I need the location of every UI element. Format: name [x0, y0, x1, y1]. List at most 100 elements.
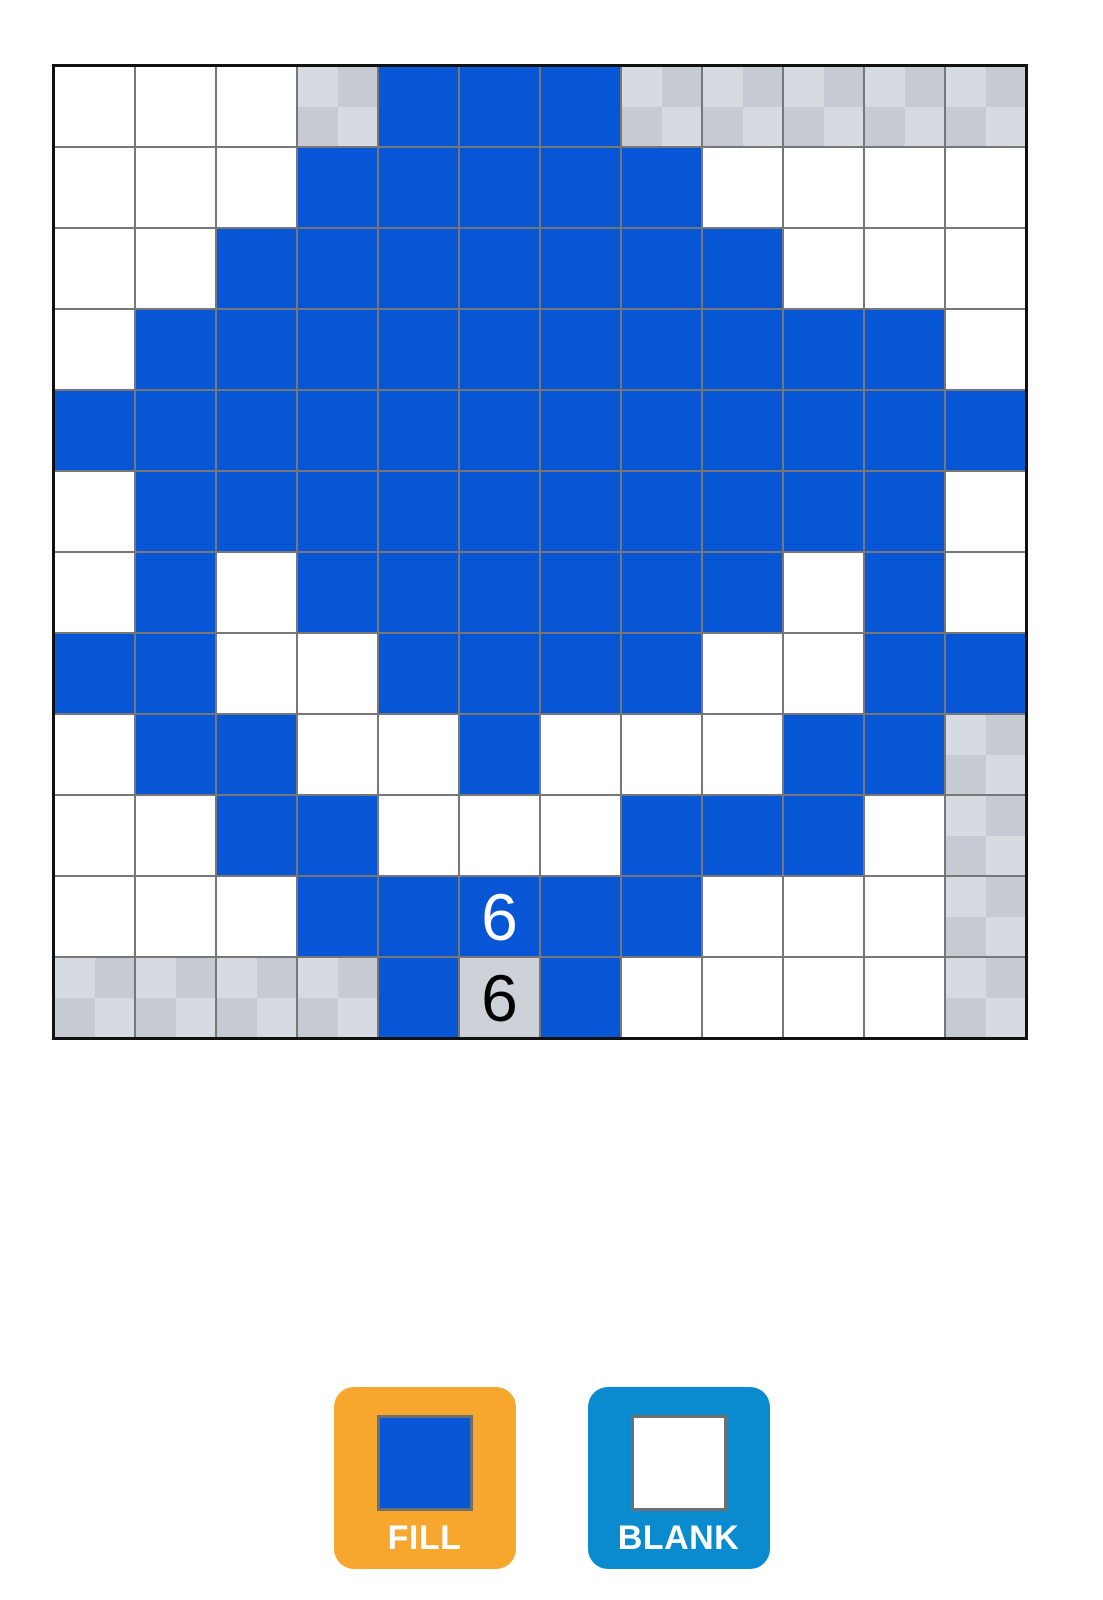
grid-cell-6-4[interactable] — [379, 553, 458, 632]
grid-cell-10-4[interactable] — [379, 877, 458, 956]
grid-cell-0-11[interactable] — [946, 67, 1025, 146]
grid-cell-11-3[interactable] — [298, 958, 377, 1037]
grid-cell-4-7[interactable] — [622, 391, 701, 470]
grid-cell-5-10[interactable] — [865, 472, 944, 551]
grid-cell-9-6[interactable] — [541, 796, 620, 875]
grid-cell-1-6[interactable] — [541, 148, 620, 227]
grid-cell-6-7[interactable] — [622, 553, 701, 632]
grid-cell-10-2[interactable] — [217, 877, 296, 956]
grid-cell-6-3[interactable] — [298, 553, 377, 632]
grid-cell-3-8[interactable] — [703, 310, 782, 389]
grid-cell-1-5[interactable] — [460, 148, 539, 227]
grid-cell-0-2[interactable] — [217, 67, 296, 146]
grid-cell-3-9[interactable] — [784, 310, 863, 389]
grid-cell-7-3[interactable] — [298, 634, 377, 713]
grid-cell-1-11[interactable] — [946, 148, 1025, 227]
grid-cell-11-2[interactable] — [217, 958, 296, 1037]
grid-cell-10-11[interactable] — [946, 877, 1025, 956]
grid-cell-1-4[interactable] — [379, 148, 458, 227]
grid-cell-1-7[interactable] — [622, 148, 701, 227]
grid-cell-11-7[interactable] — [622, 958, 701, 1037]
grid-cell-11-10[interactable] — [865, 958, 944, 1037]
blank-tool-button[interactable]: BLANK — [587, 1387, 770, 1569]
grid-cell-9-1[interactable] — [136, 796, 215, 875]
grid-cell-7-6[interactable] — [541, 634, 620, 713]
grid-cell-10-1[interactable] — [136, 877, 215, 956]
grid-cell-11-6[interactable] — [541, 958, 620, 1037]
grid-cell-0-10[interactable] — [865, 67, 944, 146]
grid-cell-6-9[interactable] — [784, 553, 863, 632]
grid-cell-9-11[interactable] — [946, 796, 1025, 875]
grid-cell-5-7[interactable] — [622, 472, 701, 551]
grid-cell-4-0[interactable] — [55, 391, 134, 470]
grid-cell-4-3[interactable] — [298, 391, 377, 470]
grid-cell-7-5[interactable] — [460, 634, 539, 713]
grid-cell-0-7[interactable] — [622, 67, 701, 146]
grid-cell-5-4[interactable] — [379, 472, 458, 551]
grid-cell-2-2[interactable] — [217, 229, 296, 308]
grid-cell-5-0[interactable] — [55, 472, 134, 551]
grid-cell-6-8[interactable] — [703, 553, 782, 632]
grid-cell-0-4[interactable] — [379, 67, 458, 146]
grid-cell-0-8[interactable] — [703, 67, 782, 146]
grid-cell-0-3[interactable] — [298, 67, 377, 146]
grid-cell-5-1[interactable] — [136, 472, 215, 551]
grid-cell-6-6[interactable] — [541, 553, 620, 632]
grid-cell-7-10[interactable] — [865, 634, 944, 713]
grid-cell-0-6[interactable] — [541, 67, 620, 146]
grid-cell-3-5[interactable] — [460, 310, 539, 389]
grid-cell-6-0[interactable] — [55, 553, 134, 632]
grid-cell-4-9[interactable] — [784, 391, 863, 470]
grid-cell-10-6[interactable] — [541, 877, 620, 956]
grid-cell-8-7[interactable] — [622, 715, 701, 794]
grid-cell-2-9[interactable] — [784, 229, 863, 308]
grid-cell-2-8[interactable] — [703, 229, 782, 308]
grid-cell-1-1[interactable] — [136, 148, 215, 227]
grid-cell-7-9[interactable] — [784, 634, 863, 713]
grid-cell-11-9[interactable] — [784, 958, 863, 1037]
grid-cell-11-5[interactable]: 6 — [460, 958, 539, 1037]
grid-cell-6-5[interactable] — [460, 553, 539, 632]
grid-cell-6-2[interactable] — [217, 553, 296, 632]
grid-cell-5-2[interactable] — [217, 472, 296, 551]
grid-cell-7-7[interactable] — [622, 634, 701, 713]
grid-cell-9-9[interactable] — [784, 796, 863, 875]
grid-cell-10-10[interactable] — [865, 877, 944, 956]
grid-cell-8-8[interactable] — [703, 715, 782, 794]
grid-cell-7-11[interactable] — [946, 634, 1025, 713]
grid-cell-3-4[interactable] — [379, 310, 458, 389]
grid-cell-6-1[interactable] — [136, 553, 215, 632]
grid-cell-4-4[interactable] — [379, 391, 458, 470]
grid-cell-4-10[interactable] — [865, 391, 944, 470]
grid-cell-5-3[interactable] — [298, 472, 377, 551]
grid-cell-9-7[interactable] — [622, 796, 701, 875]
grid-cell-1-0[interactable] — [55, 148, 134, 227]
grid-cell-9-3[interactable] — [298, 796, 377, 875]
grid-cell-7-1[interactable] — [136, 634, 215, 713]
grid-cell-8-11[interactable] — [946, 715, 1025, 794]
grid-cell-2-3[interactable] — [298, 229, 377, 308]
grid-cell-10-0[interactable] — [55, 877, 134, 956]
grid-cell-8-4[interactable] — [379, 715, 458, 794]
grid-cell-7-8[interactable] — [703, 634, 782, 713]
grid-cell-11-0[interactable] — [55, 958, 134, 1037]
grid-cell-0-5[interactable] — [460, 67, 539, 146]
grid-cell-2-7[interactable] — [622, 229, 701, 308]
grid-cell-11-4[interactable] — [379, 958, 458, 1037]
grid-cell-3-6[interactable] — [541, 310, 620, 389]
grid-cell-3-7[interactable] — [622, 310, 701, 389]
grid-cell-6-11[interactable] — [946, 553, 1025, 632]
grid-cell-11-8[interactable] — [703, 958, 782, 1037]
grid-cell-5-9[interactable] — [784, 472, 863, 551]
grid-cell-9-5[interactable] — [460, 796, 539, 875]
grid-cell-1-9[interactable] — [784, 148, 863, 227]
grid-cell-2-10[interactable] — [865, 229, 944, 308]
grid-cell-4-5[interactable] — [460, 391, 539, 470]
grid-cell-0-1[interactable] — [136, 67, 215, 146]
grid-cell-7-4[interactable] — [379, 634, 458, 713]
grid-cell-8-1[interactable] — [136, 715, 215, 794]
grid-cell-9-4[interactable] — [379, 796, 458, 875]
grid-cell-8-3[interactable] — [298, 715, 377, 794]
grid-cell-4-8[interactable] — [703, 391, 782, 470]
grid-cell-7-0[interactable] — [55, 634, 134, 713]
